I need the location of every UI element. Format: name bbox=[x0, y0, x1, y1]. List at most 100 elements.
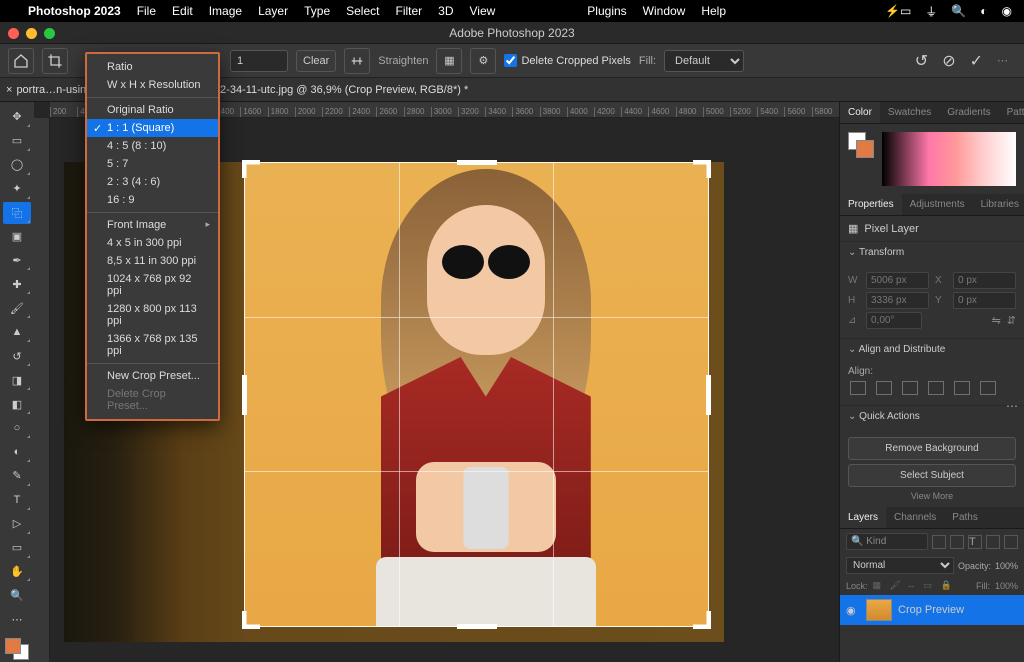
ratio-size-8x11[interactable]: 8,5 x 11 in 300 ppi bbox=[87, 252, 218, 270]
layer-thumbnail[interactable] bbox=[866, 599, 892, 621]
tab-adjustments[interactable]: Adjustments bbox=[902, 194, 973, 215]
ratio-option-ratio[interactable]: Ratio bbox=[87, 58, 218, 76]
ratio-option-16-9[interactable]: 16 : 9 bbox=[87, 191, 218, 209]
align-section[interactable]: Align and Distribute bbox=[840, 338, 1024, 360]
eraser-tool[interactable]: ◨ bbox=[3, 369, 31, 391]
width-field[interactable]: 5006 px bbox=[866, 272, 929, 289]
transform-section[interactable]: Transform bbox=[840, 241, 1024, 263]
layer-row[interactable]: ◉ Crop Preview bbox=[840, 595, 1024, 625]
menu-file[interactable]: File bbox=[137, 4, 156, 18]
hand-tool[interactable]: ✋ bbox=[3, 561, 31, 583]
gradient-tool[interactable]: ◧ bbox=[3, 393, 31, 415]
overlay-options-icon[interactable]: ▦ bbox=[436, 48, 462, 74]
zoom-window[interactable] bbox=[44, 28, 55, 39]
menu-3d[interactable]: 3D bbox=[438, 4, 453, 18]
align-bottom-icon[interactable] bbox=[980, 381, 996, 395]
filter-adjust-icon[interactable] bbox=[950, 535, 964, 549]
menu-help[interactable]: Help bbox=[701, 4, 726, 18]
ratio-size-1024[interactable]: 1024 x 768 px 92 ppi bbox=[87, 270, 218, 300]
align-vcenter-icon[interactable] bbox=[954, 381, 970, 395]
flip-h-icon[interactable]: ⇋ bbox=[992, 314, 1001, 327]
ratio-option-5-7[interactable]: 5 : 7 bbox=[87, 155, 218, 173]
lock-transparency-icon[interactable]: ▦ bbox=[873, 580, 885, 592]
crop-tool[interactable]: ⿻ bbox=[3, 202, 31, 224]
menu-edit[interactable]: Edit bbox=[172, 4, 193, 18]
tab-gradients[interactable]: Gradients bbox=[939, 102, 998, 123]
blur-tool[interactable]: ○ bbox=[3, 417, 31, 439]
dodge-tool[interactable]: ◐ bbox=[3, 441, 31, 463]
menu-image[interactable]: Image bbox=[209, 4, 242, 18]
filter-pixel-icon[interactable] bbox=[932, 535, 946, 549]
quick-select-tool[interactable]: ✦ bbox=[3, 178, 31, 200]
tab-color[interactable]: Color bbox=[840, 102, 880, 123]
delete-cropped-checkbox[interactable]: Delete Cropped Pixels bbox=[504, 54, 630, 67]
lock-all-icon[interactable]: 🔒 bbox=[941, 580, 953, 592]
foreground-background-colors[interactable] bbox=[3, 636, 31, 662]
app-name[interactable]: Photoshop 2023 bbox=[28, 4, 121, 18]
lock-pixels-icon[interactable]: 🖌 bbox=[890, 580, 902, 592]
crop-boundary[interactable] bbox=[244, 162, 709, 627]
color-spectrum[interactable] bbox=[882, 132, 1016, 186]
minimize-window[interactable] bbox=[26, 28, 37, 39]
quick-actions-section[interactable]: Quick Actions bbox=[840, 405, 1024, 427]
tab-layers[interactable]: Layers bbox=[840, 507, 886, 528]
visibility-icon[interactable]: ◉ bbox=[846, 604, 860, 617]
y-field[interactable]: 0 px bbox=[953, 292, 1016, 309]
history-brush-tool[interactable]: ↺ bbox=[3, 345, 31, 367]
frame-tool[interactable]: ▣ bbox=[3, 226, 31, 248]
pen-tool[interactable]: ✎ bbox=[3, 465, 31, 487]
x-field[interactable]: 0 px bbox=[953, 272, 1016, 289]
tab-libraries[interactable]: Libraries bbox=[973, 194, 1024, 215]
ratio-option-whr[interactable]: W x H x Resolution bbox=[87, 76, 218, 94]
crop-handle-tl[interactable] bbox=[242, 160, 260, 178]
tab-paths[interactable]: Paths bbox=[944, 507, 986, 528]
align-left-icon[interactable] bbox=[850, 381, 866, 395]
siri-icon[interactable]: ◉ bbox=[1002, 4, 1012, 18]
zoom-tool[interactable]: 🔍 bbox=[3, 584, 31, 606]
crop-handle-right[interactable] bbox=[706, 375, 711, 415]
flip-v-icon[interactable]: ⇵ bbox=[1007, 314, 1016, 327]
layer-filter-kind[interactable]: 🔍 Kind bbox=[846, 533, 928, 550]
crop-handle-tr[interactable] bbox=[693, 160, 711, 178]
layer-name[interactable]: Crop Preview bbox=[898, 604, 964, 616]
clear-button[interactable]: Clear bbox=[296, 50, 336, 72]
options-menu-icon[interactable]: ⋯ bbox=[997, 54, 1008, 67]
tab-swatches[interactable]: Swatches bbox=[880, 102, 939, 123]
align-right-icon[interactable] bbox=[902, 381, 918, 395]
tab-properties[interactable]: Properties bbox=[840, 194, 902, 215]
tab-channels[interactable]: Channels bbox=[886, 507, 944, 528]
new-crop-preset[interactable]: New Crop Preset... bbox=[87, 367, 218, 385]
select-subject-button[interactable]: Select Subject bbox=[848, 464, 1016, 487]
ratio-size-1280[interactable]: 1280 x 800 px 113 ppi bbox=[87, 300, 218, 330]
view-more-link[interactable]: View More bbox=[848, 491, 1016, 501]
brush-tool[interactable]: 🖌 bbox=[3, 297, 31, 319]
aspect-value-field[interactable]: 1 bbox=[230, 50, 288, 72]
crop-handle-top[interactable] bbox=[457, 160, 497, 165]
straighten-icon[interactable] bbox=[344, 48, 370, 74]
shape-tool[interactable]: ▭ bbox=[3, 537, 31, 559]
lock-position-icon[interactable]: ↔ bbox=[907, 580, 919, 592]
fill-select[interactable]: Default bbox=[664, 50, 744, 72]
close-window[interactable] bbox=[8, 28, 19, 39]
height-field[interactable]: 3336 px bbox=[866, 292, 929, 309]
straighten-label[interactable]: Straighten bbox=[378, 55, 428, 67]
menu-select[interactable]: Select bbox=[346, 4, 379, 18]
menu-plugins[interactable]: Plugins bbox=[587, 4, 626, 18]
menu-view[interactable]: View bbox=[470, 4, 496, 18]
crop-handle-left[interactable] bbox=[242, 375, 247, 415]
color-swatch[interactable] bbox=[848, 132, 874, 158]
filter-shape-icon[interactable] bbox=[986, 535, 1000, 549]
angle-field[interactable]: 0,00° bbox=[866, 312, 922, 329]
opacity-value[interactable]: 100% bbox=[995, 561, 1018, 571]
align-hcenter-icon[interactable] bbox=[876, 381, 892, 395]
menu-window[interactable]: Window bbox=[643, 4, 686, 18]
path-select-tool[interactable]: ▷ bbox=[3, 513, 31, 535]
spotlight-icon[interactable]: 🔍 bbox=[951, 4, 966, 18]
crop-handle-bl[interactable] bbox=[242, 611, 260, 629]
menu-type[interactable]: Type bbox=[304, 4, 330, 18]
more-options-icon[interactable]: ⋯ bbox=[1006, 399, 1018, 413]
home-button[interactable] bbox=[8, 48, 34, 74]
filter-smart-icon[interactable] bbox=[1004, 535, 1018, 549]
tab-patterns[interactable]: Patt bbox=[999, 102, 1024, 123]
ratio-front-image[interactable]: Front Image bbox=[87, 216, 218, 234]
